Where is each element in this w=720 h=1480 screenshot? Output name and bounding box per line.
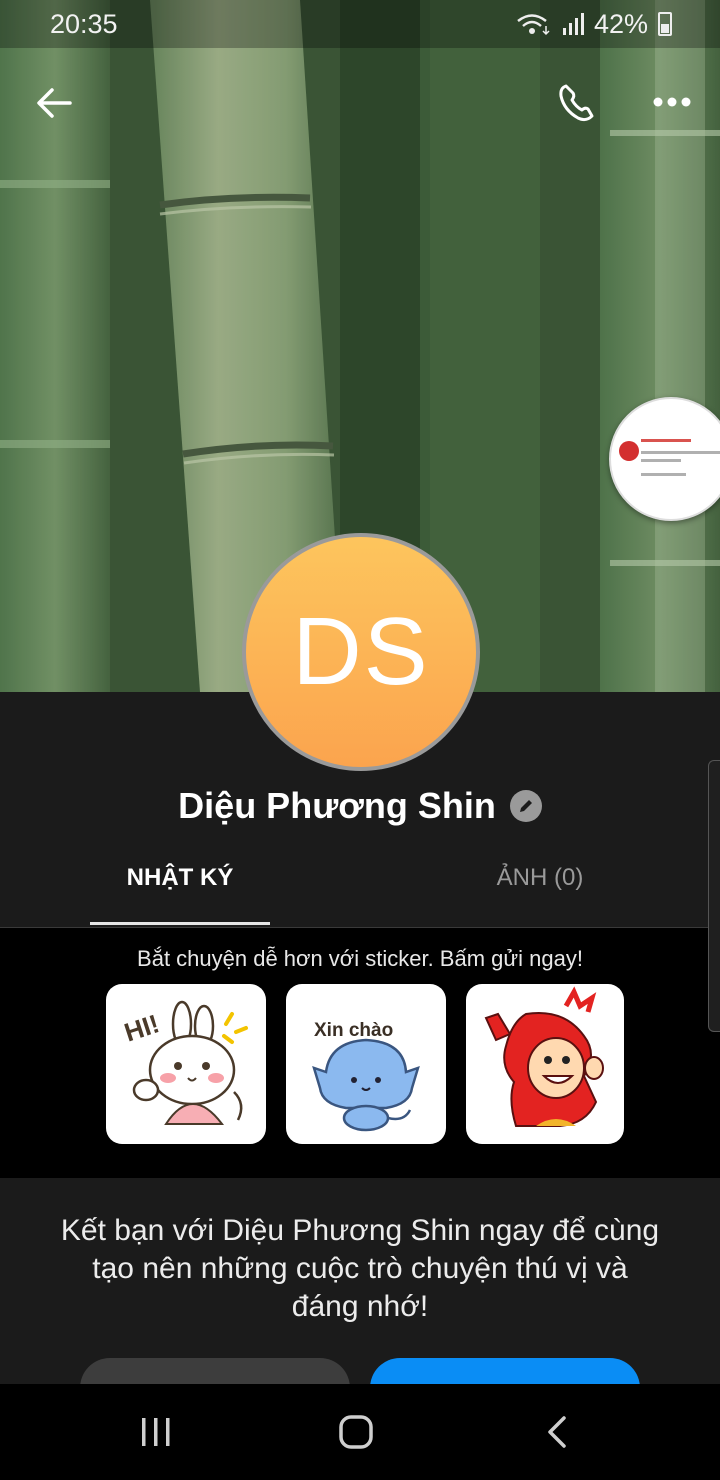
scroll-handle[interactable] (708, 760, 720, 1032)
sticker-hint-text: Bắt chuyện dễ hơn với sticker. Bấm gửi n… (137, 946, 583, 971)
home-button[interactable] (332, 1408, 380, 1456)
nav-back-icon (548, 1416, 566, 1448)
tab-selected-indicator (90, 922, 270, 925)
status-indicators: 42% (516, 9, 672, 40)
profile-tabs: NHẬT KÝ ẢNH (0) (0, 850, 720, 928)
sticker-monkey-wave[interactable] (466, 984, 624, 1144)
profile-name-row: Diệu Phương Shin (0, 780, 720, 832)
sticker-cat-hello[interactable]: Xin chào (286, 984, 446, 1144)
blue-cat-hello-icon: Xin chào (312, 1020, 420, 1132)
recent-apps-button[interactable] (132, 1408, 180, 1456)
more-dots-icon (653, 97, 691, 107)
sticker-suggestions: Bắt chuyện dễ hơn với sticker. Bấm gửi n… (0, 928, 720, 1178)
avatar[interactable]: DS (242, 533, 480, 771)
status-bar: 20:35 42% (0, 0, 720, 48)
add-friend-message: Kết bạn với Diệu Phương Shin ngay để cùn… (60, 1214, 660, 1323)
more-options-button[interactable] (648, 78, 698, 128)
nav-back-button[interactable] (534, 1408, 582, 1456)
tab-photos[interactable]: ẢNH (0) (450, 864, 630, 892)
home-icon (339, 1415, 373, 1449)
profile-name: Diệu Phương Shin (178, 785, 496, 826)
tab-diary[interactable]: NHẬT KÝ (90, 864, 270, 892)
bunny-hi-icon: HI! (121, 1000, 248, 1125)
battery-percent: 42% (593, 8, 648, 39)
phone-icon (559, 84, 594, 122)
add-friend-section: Kết bạn với Diệu Phương Shin ngay để cùn… (0, 1178, 720, 1384)
avatar-initials: DS (292, 598, 430, 705)
recent-apps-icon (142, 1418, 170, 1446)
add-friend-button[interactable] (370, 1358, 640, 1384)
sticker-label-xin-chao: Xin chào (314, 1020, 393, 1041)
message-button[interactable] (80, 1358, 350, 1384)
chat-bubble-avatar-icon (619, 441, 639, 461)
battery-icon (658, 12, 672, 36)
back-button[interactable] (30, 78, 80, 128)
signal-icon (562, 13, 584, 35)
back-arrow-icon (37, 88, 72, 118)
sticker-label-hi: HI! (121, 1008, 163, 1047)
status-time: 20:35 (50, 8, 118, 39)
wifi-icon (517, 14, 550, 36)
call-button[interactable] (552, 78, 602, 128)
system-nav-bar (0, 1384, 720, 1480)
sticker-bunny-hi[interactable]: HI! (106, 984, 266, 1144)
red-monkey-wave-icon (484, 986, 604, 1127)
pencil-icon (519, 800, 532, 812)
edit-name-button[interactable] (509, 790, 542, 822)
